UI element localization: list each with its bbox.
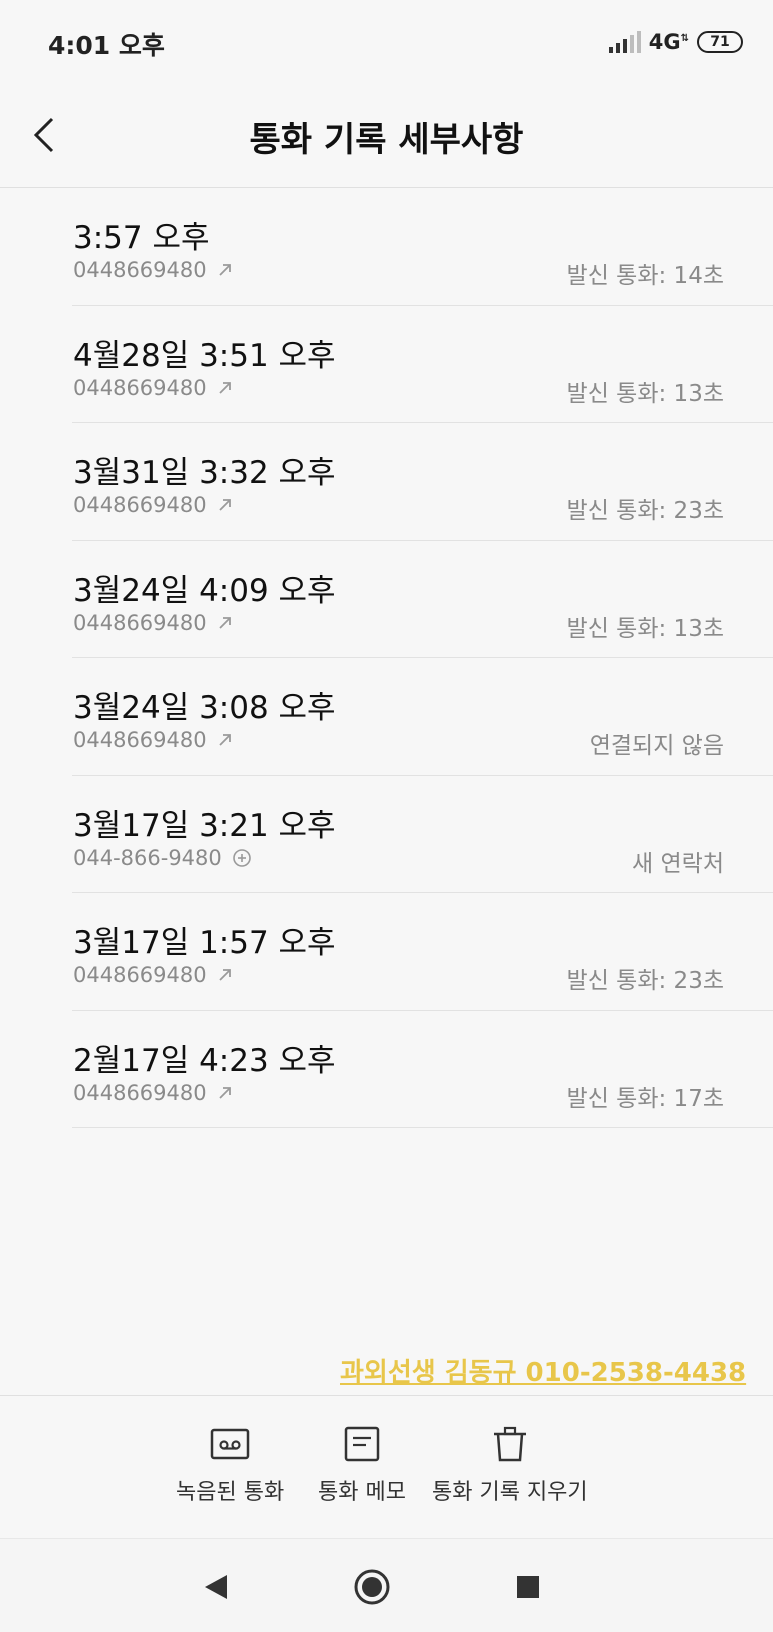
outgoing-arrow-icon bbox=[217, 615, 233, 631]
call-time: 3월24일 3:08 오후 bbox=[73, 690, 336, 726]
call-status: 새 연락처 bbox=[632, 850, 724, 877]
status-bar: 4:01 오후 4G⇅ 71 bbox=[0, 0, 773, 84]
call-number-text: 0448669480 bbox=[73, 1080, 207, 1105]
status-icons: 4G⇅ 71 bbox=[608, 28, 743, 56]
outgoing-arrow-icon bbox=[217, 497, 233, 513]
outgoing-arrow-icon bbox=[217, 967, 233, 983]
tape-icon bbox=[210, 1428, 250, 1460]
clear-call-log-label: 통화 기록 지우기 bbox=[432, 1480, 588, 1505]
call-log-row[interactable]: 3:57 오후 0448669480 발신 통화: 14초 bbox=[72, 188, 773, 306]
call-time: 3:57 오후 bbox=[73, 220, 210, 256]
system-nav-bar bbox=[0, 1538, 773, 1632]
nav-recents-button[interactable] bbox=[508, 1567, 548, 1607]
call-number: 0448669480 bbox=[73, 728, 233, 752]
recorded-calls-button[interactable]: 녹음된 통화 bbox=[176, 1426, 284, 1506]
triangle-back-icon bbox=[205, 1575, 227, 1599]
call-log-list: 3:57 오후 0448669480 발신 통화: 14초 4월28일 3:51 오후… bbox=[0, 188, 773, 1128]
call-time: 3월31일 3:32 오후 bbox=[73, 455, 336, 491]
call-memo-label: 통화 메모 bbox=[318, 1480, 406, 1505]
outgoing-arrow-icon bbox=[217, 380, 233, 396]
call-number-text: 0448669480 bbox=[73, 375, 207, 400]
recorded-calls-label: 녹음된 통화 bbox=[176, 1480, 285, 1505]
outgoing-arrow-icon bbox=[217, 262, 233, 278]
call-time: 3월17일 3:21 오후 bbox=[73, 807, 336, 844]
call-number-text: 0448669480 bbox=[73, 610, 207, 635]
call-log-row[interactable]: 3월17일 3:21 오후 044-866-9480 새 연락처 bbox=[72, 776, 773, 893]
call-status: 발신 통화: 23초 bbox=[566, 968, 724, 994]
call-status: 발신 통화: 23초 bbox=[566, 498, 724, 524]
clear-call-log-button[interactable]: 통화 기록 지우기 bbox=[432, 1426, 588, 1506]
call-number: 044-866-9480 bbox=[73, 846, 252, 870]
call-status: 발신 통화: 13초 bbox=[566, 380, 724, 407]
call-status: 연결되지 않음 bbox=[589, 733, 724, 759]
nav-home-button[interactable] bbox=[352, 1567, 392, 1607]
call-number: 0448669480 bbox=[73, 376, 233, 400]
outgoing-arrow-icon bbox=[217, 732, 233, 748]
call-log-row[interactable]: 3월31일 3:32 오후 0448669480 발신 통화: 23초 bbox=[72, 423, 773, 541]
call-status: 발신 통화: 13초 bbox=[566, 615, 724, 642]
call-number: 0448669480 bbox=[73, 258, 233, 282]
header: 통화 기록 세부사항 bbox=[0, 84, 773, 188]
memo-icon bbox=[344, 1426, 380, 1462]
call-status: 발신 통화: 14초 bbox=[566, 263, 724, 289]
call-time: 3월17일 1:57 오후 bbox=[73, 925, 336, 961]
call-number: 0448669480 bbox=[73, 1081, 233, 1105]
page-title: 통화 기록 세부사항 bbox=[249, 120, 524, 160]
call-log-row[interactable]: 3월24일 3:08 오후 0448669480 연결되지 않음 bbox=[72, 658, 773, 776]
add-contact-icon[interactable] bbox=[232, 848, 252, 868]
circle-home-icon bbox=[354, 1569, 390, 1605]
battery-icon: 71 bbox=[697, 31, 743, 53]
nav-back-button[interactable] bbox=[196, 1567, 236, 1607]
status-time: 4:01 오후 bbox=[48, 31, 165, 60]
call-number-text: 0448669480 bbox=[73, 258, 207, 282]
action-bar: 녹음된 통화 통화 메모 통화 기록 지우기 bbox=[0, 1395, 773, 1538]
call-time: 2월17일 4:23 오후 bbox=[73, 1042, 336, 1079]
call-number: 0448669480 bbox=[73, 963, 233, 987]
outgoing-arrow-icon bbox=[217, 1085, 233, 1101]
call-log-row[interactable]: 2월17일 4:23 오후 0448669480 발신 통화: 17초 bbox=[72, 1011, 773, 1128]
call-status: 발신 통화: 17초 bbox=[566, 1085, 724, 1112]
call-number: 0448669480 bbox=[73, 493, 233, 517]
square-recents-icon bbox=[517, 1576, 539, 1598]
call-log-row[interactable]: 4월28일 3:51 오후 0448669480 발신 통화: 13초 bbox=[72, 306, 773, 423]
call-log-row[interactable]: 3월17일 1:57 오후 0448669480 발신 통화: 23초 bbox=[72, 893, 773, 1011]
call-number-text: 0448669480 bbox=[73, 728, 207, 752]
call-time: 4월28일 3:51 오후 bbox=[73, 337, 336, 374]
call-time: 3월24일 4:09 오후 bbox=[73, 572, 336, 609]
call-number-text: 0448669480 bbox=[73, 963, 207, 987]
call-log-row[interactable]: 3월24일 4:09 오후 0448669480 발신 통화: 13초 bbox=[72, 541, 773, 658]
call-number-text: 044-866-9480 bbox=[73, 845, 222, 870]
watermark-text: 과외선생 김동규 010-2538-4438 bbox=[340, 1358, 747, 1388]
trash-icon bbox=[493, 1426, 526, 1462]
battery-level: 71 bbox=[710, 34, 730, 50]
call-number-text: 0448669480 bbox=[73, 493, 207, 517]
call-number: 0448669480 bbox=[73, 611, 233, 635]
network-type: 4G⇅ bbox=[648, 30, 689, 54]
call-memo-button[interactable]: 통화 메모 bbox=[318, 1426, 406, 1506]
signal-strength-icon bbox=[608, 31, 641, 53]
